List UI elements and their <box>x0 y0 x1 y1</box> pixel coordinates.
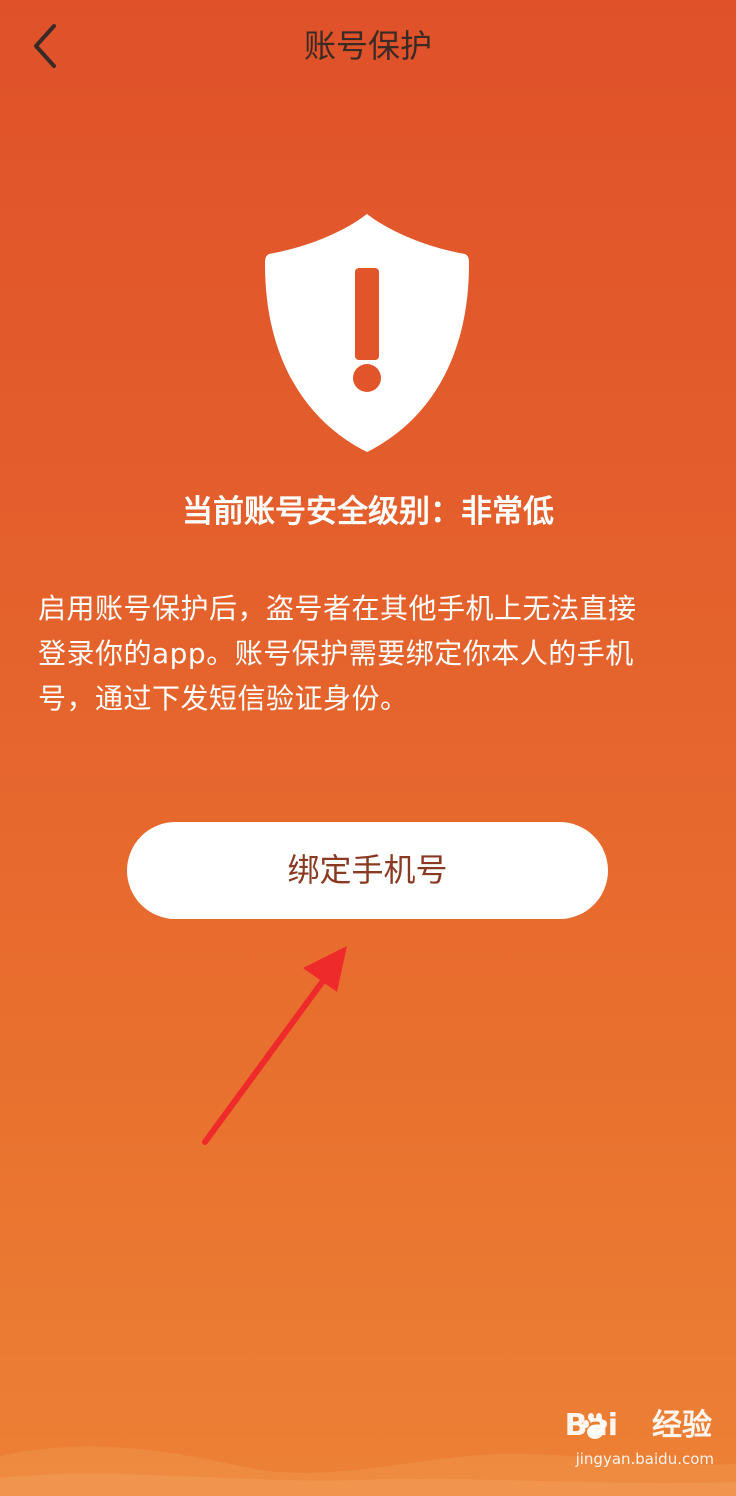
paw-icon <box>583 1413 607 1439</box>
security-level-text: 当前账号安全级别：非常低 <box>182 494 554 530</box>
red-arrow-annotation <box>195 940 365 1150</box>
bind-phone-button[interactable]: 绑定手机号 <box>127 822 608 919</box>
description-line: 号，通过下发短信验证身份。 <box>38 682 409 715</box>
watermark-url: jingyan.baidu.com <box>575 1450 714 1468</box>
watermark-logo-right: 经验 <box>652 1408 712 1443</box>
description-line: 登录你的app。账号保护需要绑定你本人的手机 <box>38 637 634 670</box>
shield-alert-icon <box>263 210 471 455</box>
top-bar: 账号保护 <box>0 0 736 96</box>
page-title: 账号保护 <box>303 27 432 65</box>
baidu-jingyan-watermark: Bai 经验 jingyan.baidu.com <box>548 1406 718 1478</box>
description-line: 启用账号保护后，盗号者在其他手机上无法直接 <box>38 592 637 625</box>
description-text: 启用账号保护后，盗号者在其他手机上无法直接 登录你的app。账号保护需要绑定你本… <box>38 586 708 721</box>
